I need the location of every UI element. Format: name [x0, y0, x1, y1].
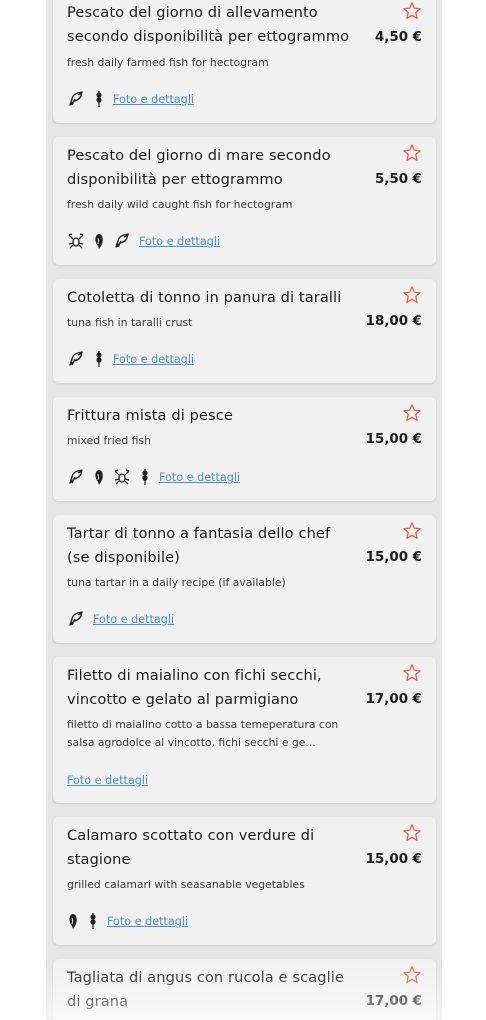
gluten-icon	[90, 913, 96, 929]
mollusc-icon	[69, 914, 77, 929]
mollusc-icon	[95, 470, 103, 485]
dish-description: grilled calamari with seasanable vegetab…	[67, 878, 305, 891]
dish-price: 4,50 €	[374, 30, 422, 45]
menu-item-card[interactable]: Frittura mista di pesce 15,00 € mixed fr…	[53, 397, 436, 501]
gluten-icon	[96, 351, 102, 367]
dish-title: Calamaro scottato con verdure di stagion…	[67, 827, 315, 868]
dish-title: Tagliata di angus con rucola e scaglie d…	[67, 969, 344, 1010]
dish-description: fresh daily wild caught fish for hectogr…	[67, 198, 293, 211]
fish-icon	[69, 611, 83, 626]
allergen-icons: Foto e dettagli	[67, 910, 188, 932]
favorite-star-icon[interactable]	[402, 403, 422, 423]
gluten-icon	[96, 91, 102, 107]
dish-description: filetto di maialino cotto a bassa temepe…	[67, 718, 339, 749]
fish-icon	[115, 233, 129, 248]
allergen-icons: Foto e dettagli	[67, 88, 194, 110]
dish-title: Pescato del giorno di mare secondo dispo…	[67, 147, 331, 188]
allergen-icons: Foto e dettagli	[67, 230, 220, 252]
menu-item-card[interactable]: Calamaro scottato con verdure di stagion…	[53, 817, 436, 945]
favorite-star-icon[interactable]	[402, 1, 422, 21]
gluten-icon	[142, 469, 148, 485]
dish-price: 15,00 €	[365, 852, 422, 867]
dish-price: 17,00 €	[365, 994, 422, 1009]
dish-description: fresh daily farmed fish for hectogram	[67, 56, 269, 69]
allergen-icons: Foto e dettagli	[67, 466, 240, 488]
mollusc-icon	[95, 234, 103, 249]
favorite-star-icon[interactable]	[402, 521, 422, 541]
allergen-icons: Foto e dettagli	[67, 348, 194, 370]
dish-title: Filetto di maialino con fichi secchi, vi…	[67, 667, 322, 708]
photo-details-link[interactable]: Foto e dettagli	[93, 613, 174, 626]
fish-icon	[69, 469, 83, 484]
menu-item-card[interactable]: Filetto di maialino con fichi secchi, vi…	[53, 657, 436, 803]
dish-price: 18,00 €	[365, 314, 422, 329]
dish-price: 15,00 €	[365, 432, 422, 447]
menu-item-card[interactable]: Tagliata di angus con rucola e scaglie d…	[53, 959, 436, 1020]
dish-description: tuna fish in taralli crust	[67, 316, 193, 329]
menu-item-card[interactable]: Pescato del giorno di allevamento second…	[53, 0, 436, 123]
photo-details-link[interactable]: Foto e dettagli	[159, 471, 240, 484]
allergen-icons: Foto e dettagli	[67, 769, 148, 791]
fish-icon	[69, 351, 83, 366]
favorite-star-icon[interactable]	[402, 823, 422, 843]
menu-item-card[interactable]: Pescato del giorno di mare secondo dispo…	[53, 137, 436, 265]
dish-description: mixed fried fish	[67, 434, 151, 447]
photo-details-link[interactable]: Foto e dettagli	[139, 235, 220, 248]
dish-price: 15,00 €	[365, 550, 422, 565]
dish-title: Frittura mista di pesce	[67, 407, 233, 424]
favorite-star-icon[interactable]	[402, 965, 422, 985]
dish-title: Cotoletta di tonno in panura di taralli	[67, 289, 342, 306]
favorite-star-icon[interactable]	[402, 663, 422, 683]
dish-title: Tartar di tonno a fantasia dello chef (s…	[67, 525, 331, 566]
dish-title: Pescato del giorno di allevamento second…	[67, 4, 350, 45]
favorite-star-icon[interactable]	[402, 285, 422, 305]
photo-details-link[interactable]: Foto e dettagli	[107, 915, 188, 928]
fish-icon	[69, 91, 83, 106]
favorite-star-icon[interactable]	[402, 143, 422, 163]
allergen-icons: Foto e dettagli	[67, 608, 174, 630]
photo-details-link[interactable]: Foto e dettagli	[113, 353, 194, 366]
dish-description: tuna tartar in a daily recipe (if availa…	[67, 576, 286, 589]
photo-details-link[interactable]: Foto e dettagli	[113, 93, 194, 106]
crustacean-icon	[114, 469, 130, 485]
crustacean-icon	[68, 233, 84, 249]
dish-price: 17,00 €	[365, 692, 422, 707]
photo-details-link[interactable]: Foto e dettagli	[67, 774, 148, 787]
dish-price: 5,50 €	[374, 172, 422, 187]
menu-item-card[interactable]: Tartar di tonno a fantasia dello chef (s…	[53, 515, 436, 643]
menu-item-card[interactable]: Cotoletta di tonno in panura di taralli …	[53, 279, 436, 383]
